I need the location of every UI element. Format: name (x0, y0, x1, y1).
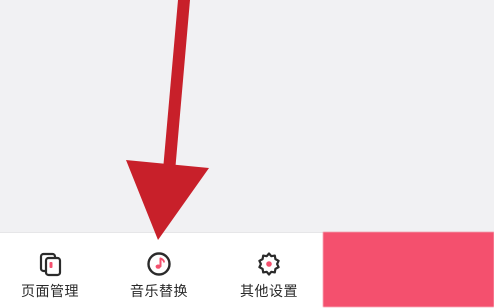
primary-action-button[interactable] (323, 232, 494, 307)
pages-icon (39, 252, 62, 277)
tab-label-other-settings: 其他设置 (240, 284, 298, 300)
tab-page-management[interactable]: 页面管理 (0, 233, 100, 308)
tab-other-settings[interactable]: 其他设置 (218, 233, 320, 308)
gear-icon (258, 252, 280, 276)
tab-music-replace[interactable]: 音乐替换 (104, 233, 214, 308)
tab-label-page-management: 页面管理 (21, 284, 79, 300)
tab-label-music-replace: 音乐替换 (130, 284, 188, 300)
canvas-area (0, 0, 494, 232)
music-note-icon (147, 252, 171, 276)
